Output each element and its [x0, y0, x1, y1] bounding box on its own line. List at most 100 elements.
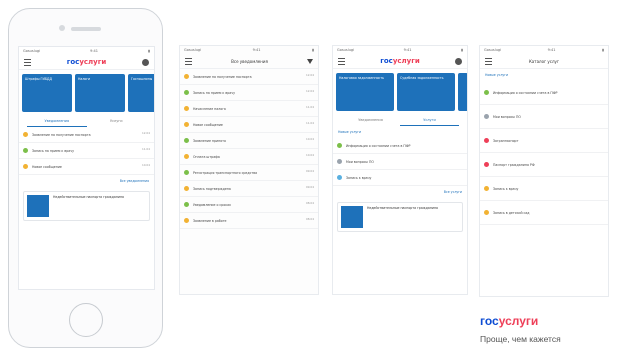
filter-icon[interactable] — [306, 58, 313, 64]
logo: госуслуги — [380, 57, 420, 65]
item-icon — [484, 210, 489, 215]
menu-icon[interactable] — [485, 57, 492, 65]
status-bar: Gosuslugi 9:41 ▮ — [337, 48, 463, 52]
list-item[interactable]: Заявление принято 10.04 — [180, 133, 318, 149]
tab-services[interactable]: Услуги — [400, 115, 459, 126]
item-icon — [184, 90, 189, 95]
pension-icon — [337, 143, 342, 148]
top-bar: Каталог услуг — [480, 54, 608, 69]
list-item[interactable]: Заявление на получение паспорта 12.04 — [19, 127, 154, 143]
top-bar: госуслуги — [19, 55, 154, 70]
item-icon — [184, 154, 189, 159]
section-heading: Новые услуги — [485, 73, 509, 77]
item-icon — [484, 114, 489, 119]
carrier-label: Gosuslugi — [23, 49, 41, 53]
promo-banner[interactable]: Недействительные паспорта гражданина — [23, 191, 150, 221]
card-court-debt[interactable]: Судебная задолженность — [397, 73, 455, 111]
menu-icon[interactable] — [338, 57, 345, 65]
promo-image — [27, 195, 49, 217]
list-item[interactable]: Запись в детский сад — [480, 201, 608, 225]
page-title: Каталог услуг — [528, 58, 560, 64]
list-item[interactable]: Заявление в работе 08.04 — [180, 213, 318, 229]
screen-home: Gosuslugi 9:41 ▮ госуслуги Штрафы ГИБДД … — [18, 46, 155, 290]
section-heading: Новые услуги — [338, 130, 362, 134]
list-item[interactable]: Запись на прием к врачу 12.04 — [180, 85, 318, 101]
list-item[interactable]: Новое сообщение 11.04 — [180, 117, 318, 133]
profile-icon[interactable] — [455, 57, 462, 65]
promo-banner[interactable]: Недействительные паспорта гражданина — [337, 202, 463, 232]
top-bar: госуслуги — [333, 54, 467, 69]
card-fines[interactable]: Штрафы ГИБДД — [22, 74, 72, 112]
screen-services: Gosuslugi 9:41 ▮ госуслуги Налоговая зад… — [333, 46, 467, 294]
item-icon — [484, 90, 489, 95]
item-icon — [184, 106, 189, 111]
mail-icon — [23, 164, 28, 169]
tab-notifications[interactable]: Уведомления — [27, 116, 87, 127]
item-icon — [184, 202, 189, 207]
top-bar: Все уведомления — [180, 54, 318, 69]
battery-icon: ▮ — [148, 49, 150, 53]
catalog-list: Информация о состоянии счета в ПФР Мои во… — [480, 81, 608, 225]
card-taxes[interactable]: Налоги — [75, 74, 125, 112]
battery-icon: ▮ — [312, 48, 314, 52]
menu-icon[interactable] — [24, 58, 31, 66]
screen-catalog: Gosuslugi 9:41 ▮ Каталог услуг Новые усл… — [480, 46, 608, 296]
battery-icon: ▮ — [602, 48, 604, 52]
status-bar: Gosuslugi 9:41 ▮ — [484, 48, 604, 52]
tabs: Уведомления Услуги — [333, 115, 467, 126]
camera-icon — [59, 25, 65, 31]
list-item[interactable]: Регистрация транспортного средства 09.04 — [180, 165, 318, 181]
list-item[interactable]: Начисление налога 11.04 — [180, 101, 318, 117]
card-tax-debt[interactable]: Налоговая задолженность — [336, 73, 394, 111]
page-title: Все уведомления — [231, 58, 268, 64]
status-bar: Gosuslugi 9:41 ▮ — [19, 47, 154, 55]
list-item[interactable]: Уведомление о сроках 08.04 — [180, 197, 318, 213]
time-label: 9:41 — [90, 49, 99, 53]
brand-tagline: Проще, чем кажется — [480, 334, 561, 344]
list-item[interactable]: Заявление на получение паспорта 12.04 — [180, 69, 318, 85]
item-icon — [184, 74, 189, 79]
list-item[interactable]: Запись подтверждена 09.04 — [180, 181, 318, 197]
brand-logo: госуслуги — [480, 314, 539, 328]
list-item[interactable]: Новое сообщение 10.04 — [19, 159, 154, 175]
item-icon — [484, 162, 489, 167]
list-item[interactable]: Запись к врачу — [480, 177, 608, 201]
all-services-link[interactable]: Все услуги — [333, 186, 467, 198]
item-icon — [184, 122, 189, 127]
item-icon — [184, 218, 189, 223]
check-icon — [23, 148, 28, 153]
list-item[interactable]: Оплата штрафа 10.04 — [180, 149, 318, 165]
card-carousel: Налоговая задолженность Судебная задолже… — [333, 69, 467, 115]
home-button[interactable] — [69, 303, 103, 337]
item-icon — [184, 138, 189, 143]
question-icon — [337, 159, 342, 164]
list-item[interactable]: Информация о состоянии счета в ПФР — [333, 138, 467, 154]
list-item[interactable]: Загранпаспорт — [480, 129, 608, 153]
profile-icon[interactable] — [142, 58, 149, 66]
list-item[interactable]: Запись к врачу — [333, 170, 467, 186]
screen-notifications: Gosuslugi 9:41 ▮ Все уведомления Заявлен… — [180, 46, 318, 294]
list-item[interactable]: Мои вопросы ПО — [333, 154, 467, 170]
logo: госуслуги — [66, 58, 107, 66]
status-bar: Gosuslugi 9:41 ▮ — [184, 48, 314, 52]
notification-list: Заявление на получение паспорта 12.04 Запи… — [180, 69, 318, 229]
list-item[interactable]: Мои вопросы ПО — [480, 105, 608, 129]
menu-icon[interactable] — [185, 57, 192, 65]
document-icon — [23, 132, 28, 137]
list-item[interactable]: Запись на прием к врачу 11.04 — [19, 143, 154, 159]
all-notifications-link[interactable]: Все уведомления — [19, 175, 154, 187]
speaker — [71, 27, 101, 31]
item-icon — [484, 186, 489, 191]
tab-notifications[interactable]: Уведомления — [341, 115, 400, 126]
card-carousel: Штрафы ГИБДД Налоги Госпошлины — [19, 70, 154, 116]
card-fees[interactable]: Госпошлины — [128, 74, 154, 112]
item-icon — [484, 138, 489, 143]
card-next[interactable] — [458, 73, 467, 111]
battery-icon: ▮ — [461, 48, 463, 52]
tab-services[interactable]: Услуги — [87, 116, 147, 127]
list-item[interactable]: Паспорт гражданина РФ — [480, 153, 608, 177]
promo-image — [341, 206, 363, 228]
item-icon — [184, 170, 189, 175]
doctor-icon — [337, 175, 342, 180]
list-item[interactable]: Информация о состоянии счета в ПФР — [480, 81, 608, 105]
